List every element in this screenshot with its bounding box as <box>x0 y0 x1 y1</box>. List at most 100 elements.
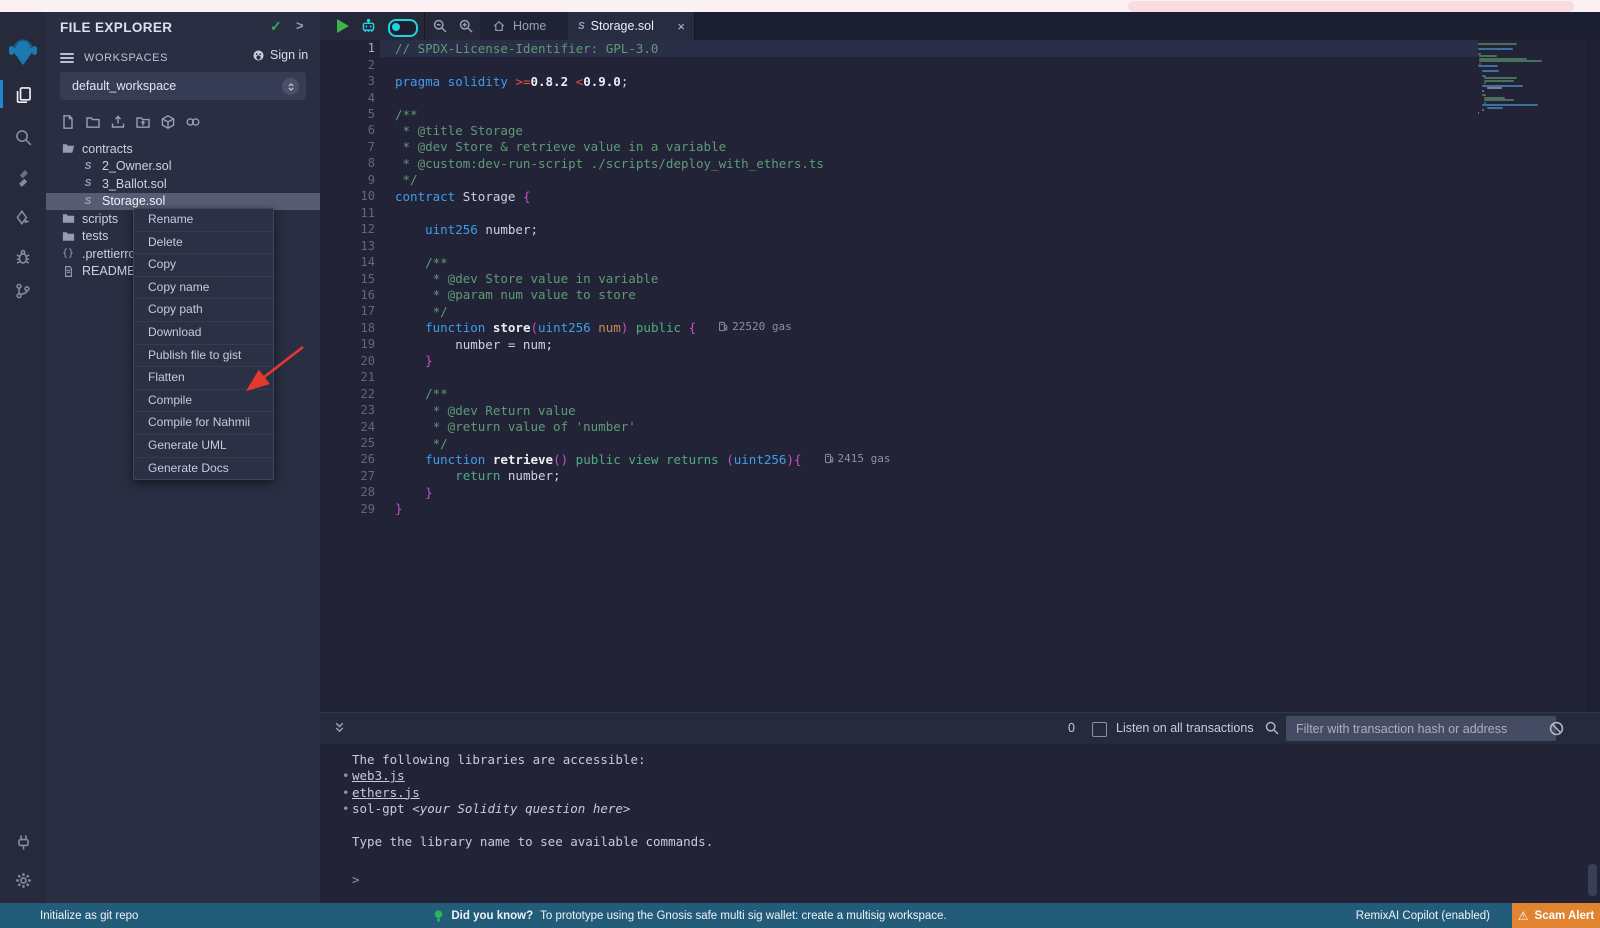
hamburger-icon[interactable] <box>60 51 74 65</box>
code-line-18[interactable]: 18 function store(uint256 num) public {2… <box>320 320 1480 336</box>
line-number: 12 <box>320 222 375 236</box>
terminal-scrollbar-thumb[interactable] <box>1588 864 1597 896</box>
listen-checkbox[interactable] <box>1092 722 1107 737</box>
context-menu-item-publish-file-to-gist[interactable]: Publish file to gist <box>134 345 273 368</box>
new-file-icon[interactable] <box>60 114 76 130</box>
close-icon[interactable]: × <box>677 19 685 34</box>
lightbulb-icon <box>433 909 444 923</box>
upload-folder-icon[interactable] <box>135 114 151 130</box>
code-line-24[interactable]: 24 * @return value of 'number' <box>320 418 1480 434</box>
workspace-select[interactable]: default_workspace <box>60 72 306 100</box>
code-editor[interactable]: 1// SPDX-License-Identifier: GPL-3.023pr… <box>320 40 1600 712</box>
tree-item-2-owner-sol[interactable]: S2_Owner.sol <box>46 158 320 176</box>
ai-robot-icon[interactable] <box>360 18 377 35</box>
sign-in-button[interactable]: Sign in <box>252 48 308 62</box>
code-text: * @custom:dev-run-script ./scripts/deplo… <box>395 156 824 171</box>
file-toolbar <box>60 114 201 130</box>
debugger-icon[interactable] <box>0 238 46 276</box>
code-line-11[interactable]: 11 <box>320 205 1480 221</box>
git-icon[interactable] <box>0 272 46 310</box>
code-line-13[interactable]: 13 <box>320 237 1480 253</box>
code-line-5[interactable]: 5/** <box>320 106 1480 122</box>
zoom-out-icon[interactable] <box>432 18 448 34</box>
code-line-3[interactable]: 3pragma solidity >=0.8.2 <0.9.0; <box>320 73 1480 89</box>
code-text: */ <box>395 304 448 319</box>
context-menu-item-generate-uml[interactable]: Generate UML <box>134 435 273 458</box>
code-line-12[interactable]: 12 uint256 number; <box>320 221 1480 237</box>
code-line-25[interactable]: 25 */ <box>320 435 1480 451</box>
tab-home[interactable]: Home <box>480 12 581 40</box>
context-menu-item-generate-docs[interactable]: Generate Docs <box>134 458 273 480</box>
code-line-20[interactable]: 20 } <box>320 353 1480 369</box>
context-menu-item-rename[interactable]: Rename <box>134 209 273 232</box>
tab-storage-sol[interactable]: S Storage.sol × <box>568 12 695 40</box>
upload-file-icon[interactable] <box>110 114 126 130</box>
code-line-21[interactable]: 21 <box>320 369 1480 385</box>
context-menu-item-flatten[interactable]: Flatten <box>134 367 273 390</box>
copilot-toggle[interactable] <box>388 19 418 37</box>
context-menu-item-copy-path[interactable]: Copy path <box>134 299 273 322</box>
transaction-filter-input[interactable] <box>1286 716 1556 741</box>
solidity-compiler-icon[interactable] <box>0 159 46 197</box>
deploy-run-icon[interactable] <box>0 199 46 237</box>
code-line-29[interactable]: 29} <box>320 501 1480 517</box>
terminal-link[interactable]: ethers.js <box>352 785 420 800</box>
context-menu-item-compile[interactable]: Compile <box>134 390 273 413</box>
code-line-27[interactable]: 27 return number; <box>320 468 1480 484</box>
code-line-23[interactable]: 23 * @dev Return value <box>320 402 1480 418</box>
code-line-22[interactable]: 22 /** <box>320 385 1480 401</box>
scam-alert-button[interactable]: ⚠ Scam Alert <box>1512 903 1600 928</box>
tree-item-3-ballot-sol[interactable]: S3_Ballot.sol <box>46 175 320 193</box>
import-link-icon[interactable] <box>185 114 201 130</box>
context-menu-item-delete[interactable]: Delete <box>134 232 273 255</box>
new-folder-icon[interactable] <box>85 114 101 130</box>
panel-title: FILE EXPLORER <box>60 20 172 35</box>
code-line-26[interactable]: 26 function retrieve() public view retur… <box>320 451 1480 467</box>
context-menu-item-compile-for-nahmii[interactable]: Compile for Nahmii <box>134 412 273 435</box>
line-number: 6 <box>320 123 375 137</box>
code-line-14[interactable]: 14 /** <box>320 254 1480 270</box>
gas-estimate-badge: 2415 gas <box>824 452 891 465</box>
code-line-10[interactable]: 10contract Storage { <box>320 188 1480 204</box>
file-explorer-icon[interactable] <box>0 75 46 113</box>
code-line-8[interactable]: 8 * @custom:dev-run-script ./scripts/dep… <box>320 155 1480 171</box>
code-line-9[interactable]: 9 */ <box>320 172 1480 188</box>
code-line-7[interactable]: 7 * @dev Store & retrieve value in a var… <box>320 139 1480 155</box>
run-script-button[interactable] <box>337 19 349 33</box>
copilot-status[interactable]: RemixAI Copilot (enabled) <box>1356 910 1490 922</box>
search-icon[interactable] <box>1264 720 1280 736</box>
code-line-16[interactable]: 16 * @param num value to store <box>320 287 1480 303</box>
ipfs-cube-icon[interactable] <box>160 114 176 130</box>
plugin-manager-icon[interactable] <box>0 823 46 861</box>
code-line-2[interactable]: 2 <box>320 56 1480 72</box>
expand-terminal-icon[interactable] <box>332 720 347 735</box>
code-line-28[interactable]: 28 } <box>320 484 1480 500</box>
code-line-6[interactable]: 6 * @title Storage <box>320 122 1480 138</box>
search-icon[interactable] <box>0 118 46 156</box>
settings-icon[interactable] <box>0 861 46 899</box>
context-menu-item-copy[interactable]: Copy <box>134 254 273 277</box>
context-menu-item-copy-name[interactable]: Copy name <box>134 277 273 300</box>
solidity-file-icon: S <box>80 161 96 172</box>
terminal-prompt[interactable]: > <box>352 872 360 887</box>
tree-item-contracts[interactable]: contracts <box>46 140 320 158</box>
code-line-19[interactable]: 19 number = num; <box>320 336 1480 352</box>
editor-scrollbar-track[interactable] <box>1586 40 1600 712</box>
line-number: 7 <box>320 140 375 154</box>
activity-bar <box>0 12 47 903</box>
clear-terminal-icon[interactable] <box>1548 720 1565 737</box>
context-menu-item-download[interactable]: Download <box>134 322 273 345</box>
editor-tabbar: Home S Storage.sol × <box>320 12 1600 41</box>
code-line-17[interactable]: 17 */ <box>320 303 1480 319</box>
chevron-right-icon[interactable]: > <box>296 18 304 33</box>
terminal-link[interactable]: web3.js <box>352 768 405 783</box>
code-line-1[interactable]: 1// SPDX-License-Identifier: GPL-3.0 <box>320 40 1480 56</box>
line-number: 26 <box>320 452 375 466</box>
code-line-4[interactable]: 4 <box>320 89 1480 105</box>
caret-updown-icon[interactable] <box>282 78 299 95</box>
line-number: 29 <box>320 502 375 516</box>
terminal-output[interactable]: The following libraries are accessible:•… <box>320 744 1600 903</box>
zoom-in-icon[interactable] <box>458 18 474 34</box>
code-line-15[interactable]: 15 * @dev Store value in variable <box>320 270 1480 286</box>
editor-toolbar <box>320 12 481 40</box>
